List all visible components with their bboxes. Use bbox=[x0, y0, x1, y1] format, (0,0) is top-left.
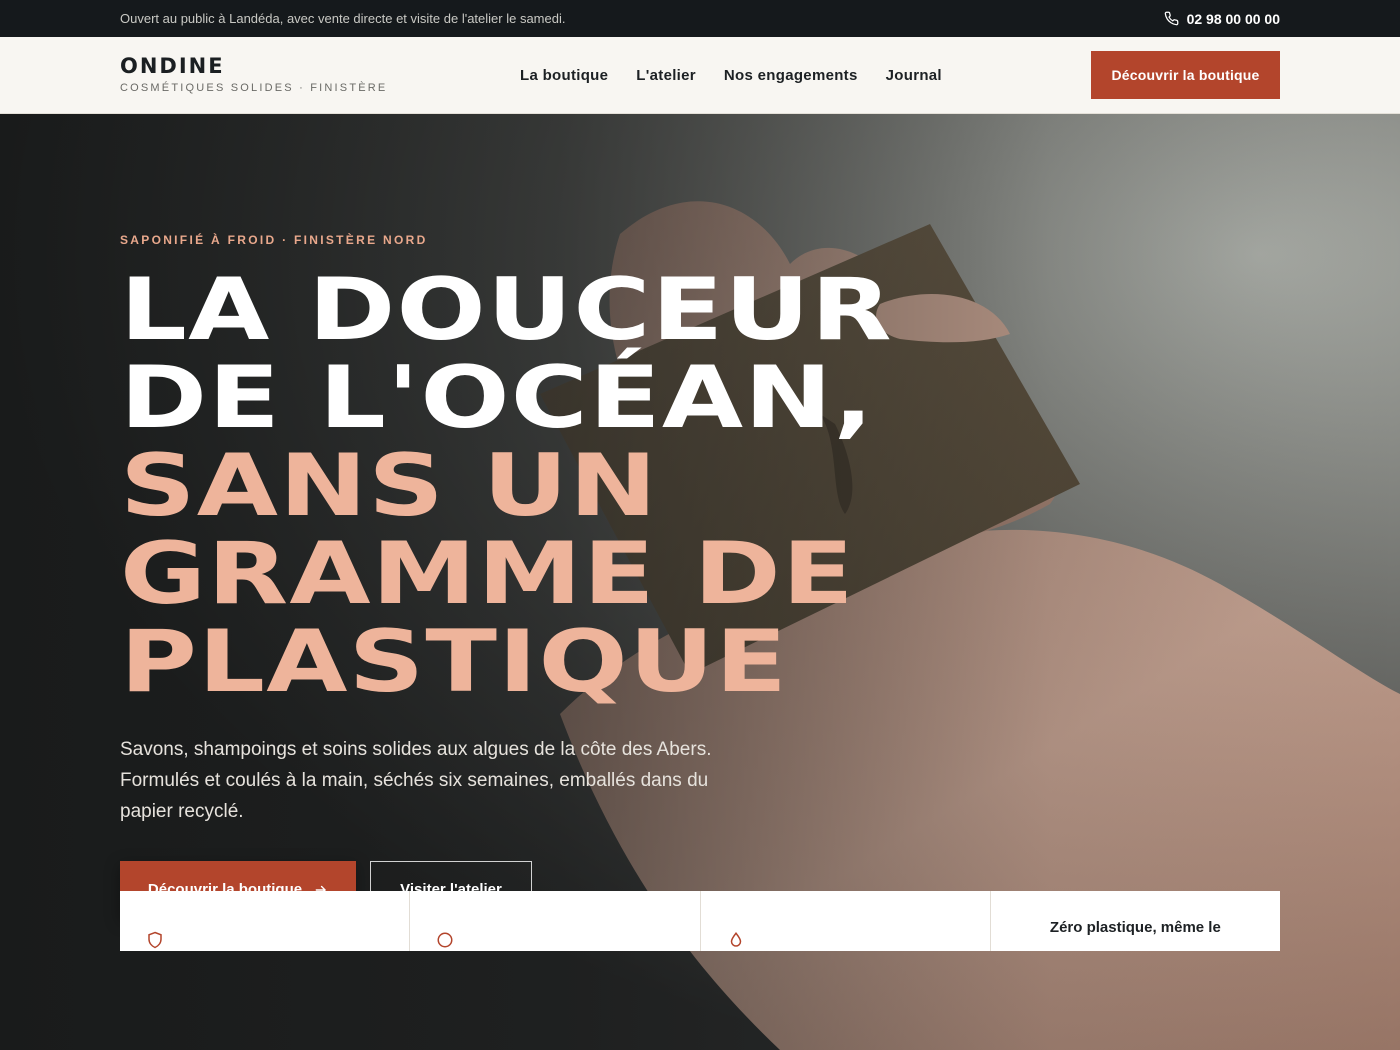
main-nav: La boutique L'atelier Nos engagements Jo… bbox=[520, 67, 942, 84]
leaf-icon bbox=[437, 932, 453, 948]
headline-line-accent: GRAMME DE bbox=[120, 524, 855, 624]
nav-item-boutique[interactable]: La boutique bbox=[520, 67, 608, 84]
announcement-bar: Ouvert au public à Landéda, avec vente d… bbox=[0, 0, 1400, 37]
feature-title: Zéro plastique, même le bbox=[1049, 919, 1221, 936]
brand-name: ONDINE bbox=[120, 54, 225, 78]
drop-icon bbox=[730, 932, 741, 947]
nav-item-engagements[interactable]: Nos engagements bbox=[724, 67, 858, 84]
features-strip: Zéro plastique, même le bbox=[120, 891, 1280, 951]
feature-card bbox=[120, 891, 411, 951]
nav-item-atelier[interactable]: L'atelier bbox=[636, 67, 696, 84]
brand-tagline: COSMÉTIQUES SOLIDES · FINISTÈRE bbox=[120, 82, 388, 94]
headline-line-accent: PLASTIQUE bbox=[120, 612, 789, 712]
headline-line-accent: SANS UN bbox=[120, 436, 659, 536]
phone-link[interactable]: 02 98 00 00 00 bbox=[1164, 11, 1280, 27]
phone-number: 02 98 00 00 00 bbox=[1186, 10, 1280, 27]
site-header: ONDINE COSMÉTIQUES SOLIDES · FINISTÈRE L… bbox=[0, 37, 1400, 114]
brand-logo[interactable]: ONDINE COSMÉTIQUES SOLIDES · FINISTÈRE bbox=[120, 54, 520, 95]
nav-item-journal[interactable]: Journal bbox=[886, 67, 942, 84]
headline-line: DE L'OCÉAN, bbox=[120, 348, 875, 448]
hero-eyebrow: SAPONIFIÉ À FROID · FINISTÈRE NORD bbox=[120, 233, 428, 247]
header-cta-button[interactable]: Découvrir la boutique bbox=[1091, 51, 1280, 99]
shield-icon bbox=[148, 931, 162, 949]
feature-card bbox=[701, 891, 991, 951]
phone-icon bbox=[1164, 11, 1178, 26]
feature-card bbox=[410, 891, 701, 951]
feature-card: Zéro plastique, même le bbox=[991, 891, 1280, 951]
hero-headline: LA DOUCEUR DE L'OCÉAN, SANS UN GRAMME DE… bbox=[120, 266, 1218, 706]
announcement-message: Ouvert au public à Landéda, avec vente d… bbox=[120, 11, 566, 26]
hero-lead: Savons, shampoings et soins solides aux … bbox=[120, 739, 712, 822]
headline-line: LA DOUCEUR bbox=[120, 260, 893, 360]
